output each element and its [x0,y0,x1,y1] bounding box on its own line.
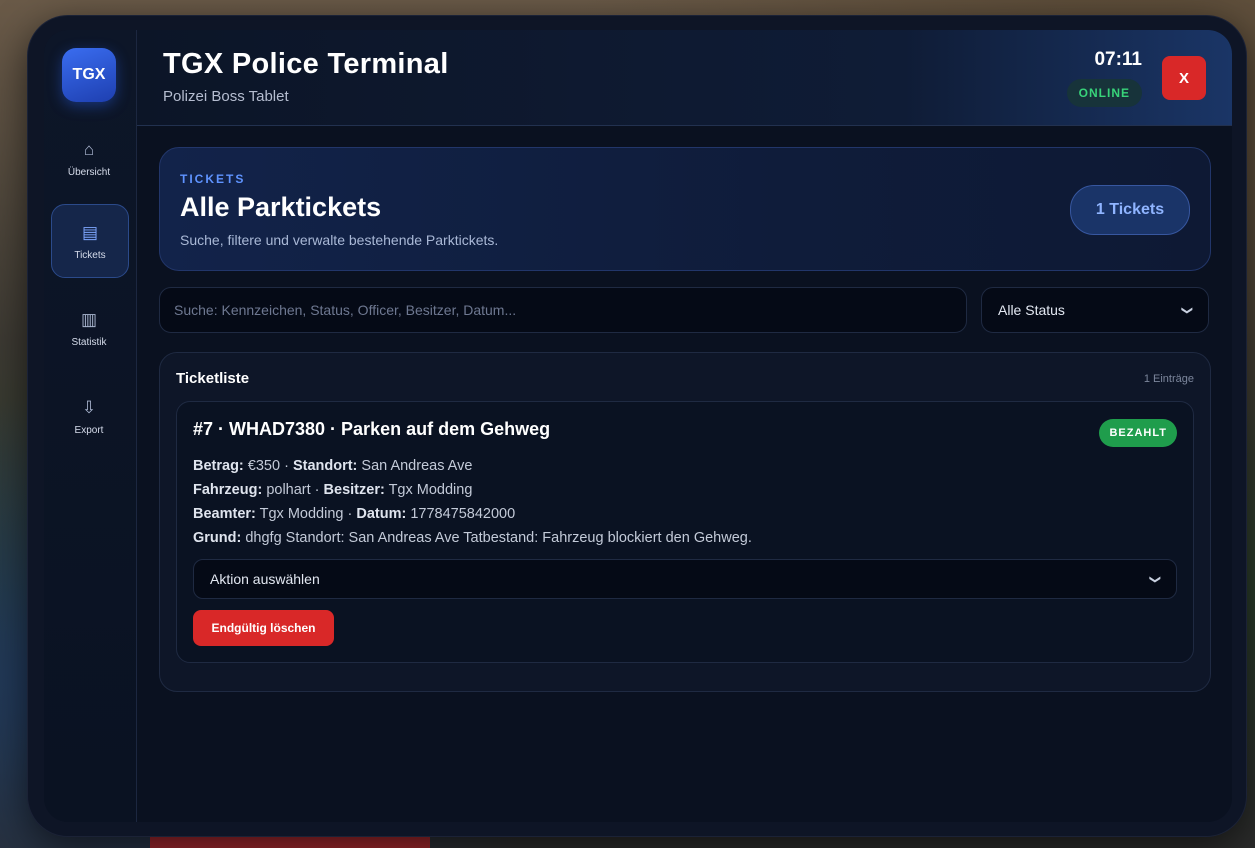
chart-icon: ▥ [80,309,98,329]
ticket-status-badge: BEZAHLT [1099,419,1177,447]
ticket-list-count: 1 Einträge [1143,373,1194,385]
search-input[interactable] [159,287,967,333]
header: TGX Police Terminal Polizei Boss Tablet … [137,30,1232,126]
betrag-value: €350 [247,458,281,474]
tablet-screen: TGX ⌂ Übersicht ▤ Tickets ▥ Statistik ⇩ … [44,30,1232,822]
tickets-hero: TICKETS Alle Parktickets Suche, filtere … [159,147,1211,271]
fahrzeug-value: polhart [266,482,311,498]
besitzer-label: Besitzer: [323,482,385,498]
page-subtitle: Polizei Boss Tablet [163,88,289,105]
standort-value: San Andreas Ave [361,458,473,474]
sidebar-item-label: Tickets [74,249,106,261]
beamter-label: Beamter: [193,506,256,522]
delete-ticket-button[interactable]: Endgültig löschen [193,610,334,646]
status-badge: ONLINE [1066,79,1142,107]
datum-label: Datum: [356,506,407,522]
ticket-heading: #7 · WHAD7380 · Parken auf dem Gehweg [193,419,551,439]
ticket-row-officer-date: Beamter: Tgx Modding · Datum: 1778475842… [193,506,516,522]
section-description: Suche, filtere und verwalte bestehende P… [180,232,499,248]
betrag-label: Betrag: [193,458,244,474]
download-icon: ⇩ [81,397,97,417]
list-icon: ▤ [81,222,99,242]
beamter-value: Tgx Modding [259,506,344,522]
ticket-card: #7 · WHAD7380 · Parken auf dem Gehweg BE… [176,401,1194,663]
section-kicker: TICKETS [180,172,246,186]
fahrzeug-label: Fahrzeug: [193,482,263,498]
clock: 07:11 [1094,49,1142,70]
tablet-frame: TGX ⌂ Übersicht ▤ Tickets ▥ Statistik ⇩ … [28,16,1246,836]
sidebar-item-label: Export [74,424,104,436]
chevron-down-icon: ❯ [1148,574,1161,584]
section-title: Alle Parktickets [180,192,382,222]
ticket-row-reason: Grund: dhgfg Standort: San Andreas Ave T… [193,530,752,546]
page-title: TGX Police Terminal [163,48,449,80]
sidebar-item-export[interactable]: ⇩ Export [51,380,127,452]
sidebar-item-overview[interactable]: ⌂ Übersicht [51,122,127,194]
ticket-row-vehicle-owner: Fahrzeug: polhart · Besitzer: Tgx Moddin… [193,482,473,498]
status-filter-value: Alle Status [998,302,1065,318]
app-logo: TGX [62,48,116,102]
ticket-row-amount-location: Betrag: €350 · Standort: San Andreas Ave [193,458,473,474]
ticket-list-panel: Ticketliste 1 Einträge #7 · WHAD7380 · P… [159,352,1211,692]
main-content: TICKETS Alle Parktickets Suche, filtere … [137,125,1232,822]
home-icon: ⌂ [83,139,95,159]
ticket-count-pill: 1 Tickets [1070,185,1190,235]
sidebar-item-tickets[interactable]: ▤ Tickets [51,204,129,278]
sidebar-item-label: Übersicht [67,166,111,178]
close-button[interactable]: X [1162,56,1206,100]
ticket-action-select[interactable]: Aktion auswählen ❯ [193,559,1177,599]
besitzer-value: Tgx Modding [388,482,473,498]
grund-label: Grund: [193,530,242,546]
sidebar: TGX ⌂ Übersicht ▤ Tickets ▥ Statistik ⇩ … [44,30,137,822]
status-filter-select[interactable]: Alle Status ❯ [981,287,1209,333]
sidebar-item-label: Statistik [71,336,107,348]
standort-label: Standort: [292,458,358,474]
sidebar-item-statistics[interactable]: ▥ Statistik [51,292,127,364]
ticket-action-value: Aktion auswählen [210,571,320,587]
chevron-down-icon: ❯ [1180,305,1193,315]
ticket-list-title: Ticketliste [176,370,250,387]
grund-value: dhgfg Standort: San Andreas Ave Tatbesta… [245,530,752,546]
datum-value: 1778475842000 [410,506,516,522]
